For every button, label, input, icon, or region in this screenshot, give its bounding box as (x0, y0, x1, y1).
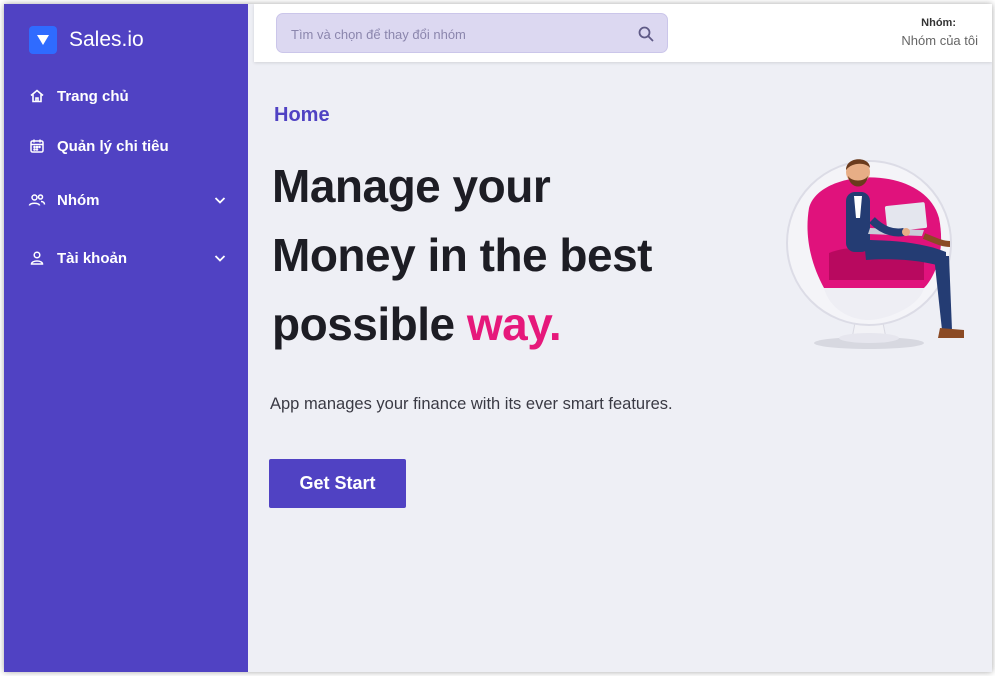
current-group[interactable]: Nhóm: Nhóm của tôi (901, 17, 978, 48)
sidebar-item-label: Nhóm (57, 191, 100, 209)
hero-line-1: Manage your (272, 160, 551, 212)
group-search[interactable] (276, 13, 668, 54)
triangle-down-icon (29, 26, 57, 54)
sidebar-item-tai-khoan[interactable]: Tài khoản (28, 245, 228, 271)
hero-subtitle: App manages your finance with its ever s… (270, 395, 673, 413)
hero-line-3-text: possible (272, 298, 467, 350)
brand[interactable]: Sales.io (29, 26, 144, 54)
sidebar-item-label: Quản lý chi tiêu (57, 137, 169, 155)
users-icon (28, 191, 46, 209)
app-window: Sales.io Trang chủ Quản lý chi tiêu Nhóm… (4, 4, 992, 672)
hero-line-2: Money in the best (272, 229, 652, 281)
get-start-button[interactable]: Get Start (269, 459, 406, 508)
sidebar-item-trang-chu[interactable]: Trang chủ (28, 83, 228, 109)
user-icon (28, 249, 46, 267)
sidebar-item-label: Trang chủ (57, 87, 129, 105)
search-icon[interactable] (637, 25, 655, 43)
sidebar-item-quan-ly-chi-tieu[interactable]: Quản lý chi tiêu (28, 133, 228, 159)
search-input[interactable] (289, 14, 623, 54)
calendar-icon (28, 137, 46, 155)
sidebar: Sales.io Trang chủ Quản lý chi tiêu Nhóm… (4, 4, 248, 672)
group-label: Nhóm: (921, 17, 956, 29)
sidebar-item-nhom[interactable]: Nhóm (28, 187, 228, 213)
group-value: Nhóm của tôi (901, 33, 978, 48)
hero-headline: Manage your Money in the best possible w… (272, 152, 742, 359)
chevron-down-icon[interactable] (212, 192, 228, 208)
page-title: Home (274, 104, 330, 126)
sidebar-item-label: Tài khoản (57, 249, 128, 267)
home-icon (28, 87, 46, 105)
hero-line-3: possible way. (272, 290, 742, 359)
hero-illustration (774, 148, 984, 358)
brand-name: Sales.io (69, 28, 144, 51)
hero-accent-word: way. (466, 298, 562, 350)
topbar: Nhóm: Nhóm của tôi (254, 4, 992, 62)
chevron-down-icon[interactable] (212, 250, 228, 266)
